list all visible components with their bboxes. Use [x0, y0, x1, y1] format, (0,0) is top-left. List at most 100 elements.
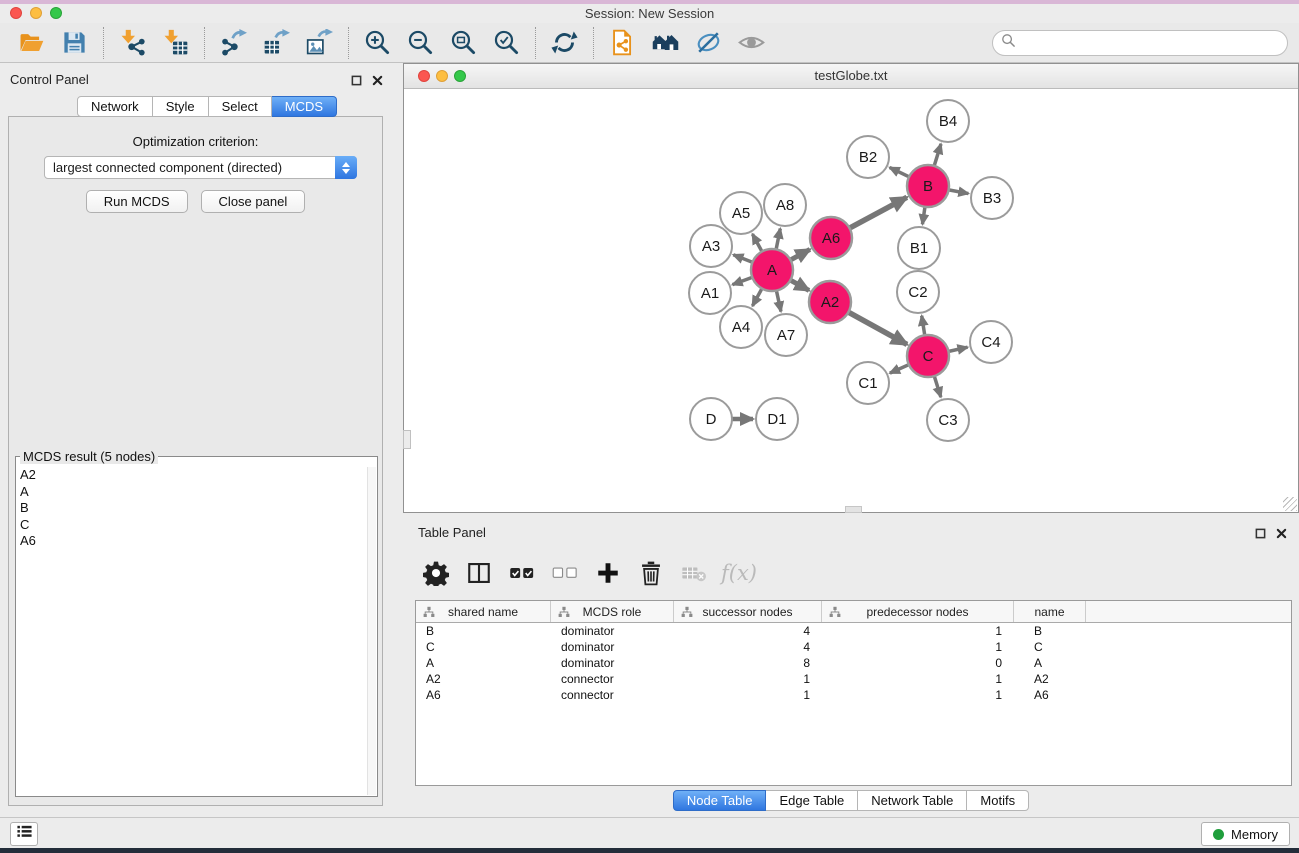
result-node[interactable]: A: [20, 484, 363, 501]
node-A4[interactable]: A4: [720, 306, 762, 348]
toggle-table-mode-button[interactable]: [460, 554, 498, 592]
result-node[interactable]: C: [20, 517, 363, 534]
node-C4[interactable]: C4: [970, 321, 1012, 363]
edge-A-A3[interactable]: [733, 255, 754, 263]
cell-successor-nodes[interactable]: 1: [674, 671, 822, 687]
column-header-predecessor-nodes[interactable]: predecessor nodes: [822, 601, 1014, 622]
tab-network[interactable]: Network: [77, 96, 153, 117]
show-graphics-button[interactable]: [730, 25, 773, 61]
cell-shared-name[interactable]: C: [416, 639, 551, 655]
edge-A6-B[interactable]: [848, 197, 907, 229]
cell-shared-name[interactable]: A6: [416, 687, 551, 703]
close-panel-button[interactable]: Close panel: [201, 190, 306, 213]
table-row[interactable]: A6connector11A6: [416, 687, 1291, 703]
deselect-all-rows-button[interactable]: [546, 554, 584, 592]
cell-successor-nodes[interactable]: 4: [674, 639, 822, 655]
node-C[interactable]: C: [907, 335, 949, 377]
edge-A-A4[interactable]: [752, 287, 762, 306]
close-panel-icon[interactable]: [372, 73, 383, 91]
export-table-button[interactable]: [255, 25, 298, 61]
table-row[interactable]: A2connector11A2: [416, 671, 1291, 687]
tab-edge-table[interactable]: Edge Table: [766, 790, 858, 811]
node-A3[interactable]: A3: [690, 225, 732, 267]
node-B3[interactable]: B3: [971, 177, 1013, 219]
birdseye-handle-left[interactable]: [403, 430, 411, 449]
cell-name[interactable]: B: [1014, 623, 1086, 639]
cell-predecessor-nodes[interactable]: 0: [822, 655, 1014, 671]
first-neighbors-button[interactable]: [644, 25, 687, 61]
select-all-rows-button[interactable]: [503, 554, 541, 592]
cell-predecessor-nodes[interactable]: 1: [822, 623, 1014, 639]
close-window-button[interactable]: [10, 7, 22, 19]
node-B1[interactable]: B1: [898, 227, 940, 269]
network-minimize-button[interactable]: [436, 70, 448, 82]
resize-grip[interactable]: [1283, 497, 1297, 511]
edge-A-A7[interactable]: [776, 289, 781, 312]
close-table-panel-icon[interactable]: [1276, 526, 1287, 544]
cell-successor-nodes[interactable]: 1: [674, 687, 822, 703]
create-column-button[interactable]: [589, 554, 627, 592]
export-network-button[interactable]: [212, 25, 255, 61]
memory-button[interactable]: Memory: [1201, 822, 1290, 846]
node-B2[interactable]: B2: [847, 136, 889, 178]
node-A7[interactable]: A7: [765, 314, 807, 356]
node-B[interactable]: B: [907, 165, 949, 207]
toggle-graphics-details-button[interactable]: [687, 25, 730, 61]
tab-style[interactable]: Style: [153, 96, 209, 117]
column-settings-button[interactable]: [417, 554, 455, 592]
edge-A2-C[interactable]: [847, 311, 907, 344]
cell-MCDS-role[interactable]: connector: [551, 687, 674, 703]
edge-B-B3[interactable]: [947, 190, 969, 194]
node-A2[interactable]: A2: [809, 281, 851, 323]
node-A6[interactable]: A6: [810, 217, 852, 259]
search-box[interactable]: [992, 30, 1288, 56]
zoom-in-button[interactable]: [356, 25, 399, 61]
edge-C-C1[interactable]: [890, 364, 911, 373]
cell-shared-name[interactable]: B: [416, 623, 551, 639]
node-C1[interactable]: C1: [847, 362, 889, 404]
tab-mcds[interactable]: MCDS: [272, 96, 337, 117]
table-row[interactable]: Bdominator41B: [416, 623, 1291, 639]
cell-MCDS-role[interactable]: dominator: [551, 655, 674, 671]
edge-C-C2[interactable]: [922, 316, 925, 338]
edge-B-B4[interactable]: [934, 144, 941, 168]
run-mcds-button[interactable]: Run MCDS: [86, 190, 188, 213]
task-history-button[interactable]: [10, 822, 38, 846]
edge-A-A6[interactable]: [789, 249, 810, 260]
node-C2[interactable]: C2: [897, 271, 939, 313]
network-graph[interactable]: AA1A2A3A4A5A6A7A8BB1B2B3B4CC1C2C3C4DD1: [404, 89, 1298, 512]
node-A1[interactable]: A1: [689, 272, 731, 314]
delete-columns-button[interactable]: [632, 554, 670, 592]
edge-C-C3[interactable]: [934, 374, 941, 397]
result-scrollbar[interactable]: [367, 467, 376, 795]
zoom-out-button[interactable]: [399, 25, 442, 61]
node-A[interactable]: A: [751, 249, 793, 291]
cell-successor-nodes[interactable]: 8: [674, 655, 822, 671]
edge-A-A5[interactable]: [752, 234, 762, 253]
search-input[interactable]: [1016, 35, 1287, 50]
refresh-view-button[interactable]: [543, 25, 586, 61]
column-header-shared-name[interactable]: shared name: [416, 601, 551, 622]
save-session-button[interactable]: [53, 25, 96, 61]
open-file-button[interactable]: [10, 25, 53, 61]
import-network-button[interactable]: [111, 25, 154, 61]
maximize-window-button[interactable]: [50, 7, 62, 19]
tab-node-table[interactable]: Node Table: [673, 790, 767, 811]
cell-name[interactable]: A6: [1014, 687, 1086, 703]
cell-MCDS-role[interactable]: dominator: [551, 639, 674, 655]
edge-A-A8[interactable]: [776, 229, 781, 252]
import-table-button[interactable]: [154, 25, 197, 61]
edge-B-B2[interactable]: [890, 167, 911, 177]
zoom-selected-button[interactable]: [485, 25, 528, 61]
clone-network-button[interactable]: [601, 25, 644, 61]
node-D1[interactable]: D1: [756, 398, 798, 440]
cell-MCDS-role[interactable]: dominator: [551, 623, 674, 639]
cell-shared-name[interactable]: A2: [416, 671, 551, 687]
cell-shared-name[interactable]: A: [416, 655, 551, 671]
cell-name[interactable]: A: [1014, 655, 1086, 671]
float-table-panel-icon[interactable]: [1255, 526, 1266, 544]
tab-select[interactable]: Select: [209, 96, 272, 117]
result-node[interactable]: A6: [20, 533, 363, 550]
network-maximize-button[interactable]: [454, 70, 466, 82]
export-image-button[interactable]: [298, 25, 341, 61]
